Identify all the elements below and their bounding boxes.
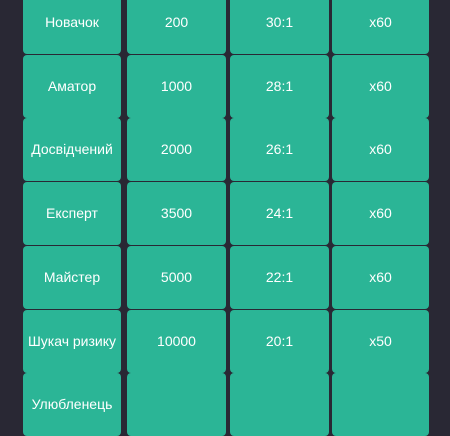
deposit-amount-cell: 200 [127,0,226,54]
wager-multiplier-cell [332,373,429,436]
ratio-cell: 20:1 [230,309,329,373]
level-name-cell: Досвідчений [23,118,121,182]
level-name-cell: Аматор [23,54,121,118]
ratio-cell: 30:1 [230,0,329,54]
wager-multiplier-cell: x60 [332,54,429,118]
wager-multiplier-cell: x60 [332,118,429,182]
level-name-cell: Шукач ризику [23,309,121,373]
deposit-amount-cell [127,373,226,436]
wager-multiplier-cell: x60 [332,182,429,246]
deposit-amount-cell: 10000 [127,309,226,373]
level-name-cell: Новачок [23,0,121,54]
level-name-cell: Експерт [23,182,121,246]
level-name-cell: Майстер [23,245,121,309]
level-name-cell: Улюбленець [23,373,121,436]
wager-multiplier-cell: x60 [332,245,429,309]
ratio-cell: 24:1 [230,182,329,246]
ratio-cell: 22:1 [230,245,329,309]
deposit-amount-cell: 5000 [127,245,226,309]
ratio-cell: 28:1 [230,54,329,118]
deposit-amount-cell: 2000 [127,118,226,182]
wager-multiplier-cell: x60 [332,0,429,54]
deposit-amount-cell: 1000 [127,54,226,118]
ratio-cell [230,373,329,436]
ratio-cell: 26:1 [230,118,329,182]
wager-multiplier-cell: x50 [332,309,429,373]
deposit-amount-cell: 3500 [127,182,226,246]
